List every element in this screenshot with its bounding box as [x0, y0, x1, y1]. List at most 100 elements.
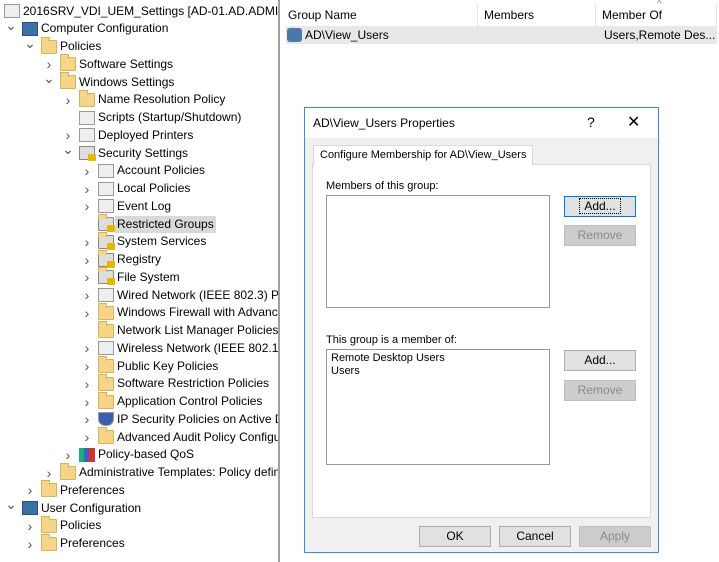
members-add-button[interactable]: Add...	[564, 196, 636, 217]
chevron-right-icon[interactable]: ›	[81, 288, 93, 302]
tree-item[interactable]: › Administrative Templates: Policy defin	[0, 462, 280, 482]
tree-item[interactable]: › Event Log	[0, 197, 278, 215]
chevron-down-icon[interactable]: ⌄	[5, 18, 17, 35]
lockfolder-icon	[98, 231, 115, 250]
memberof-listbox[interactable]: Remote Desktop Users Users	[326, 349, 550, 465]
folder-icon	[60, 72, 76, 89]
chevron-right-icon[interactable]: ›	[81, 253, 93, 267]
member-of-cell: Users,Remote Des...	[604, 28, 716, 42]
chevron-right-icon[interactable]: ›	[81, 377, 93, 391]
tree-item-label: User Configuration	[41, 500, 142, 515]
chevron-right-icon[interactable]: ›	[62, 448, 74, 462]
tree-item[interactable]: 2016SRV_VDI_UEM_Settings [AD-01.AD.ADMIN…	[0, 2, 278, 20]
tree-item[interactable]: › Registry	[0, 249, 278, 269]
chevron-down-icon[interactable]: ⌄	[24, 36, 36, 53]
chevron-right-icon[interactable]: ›	[81, 164, 93, 178]
chevron-down-icon[interactable]: ⌄	[43, 71, 55, 88]
chevron-right-icon[interactable]: ›	[81, 235, 93, 249]
tree-item-label: Software Settings	[79, 56, 174, 71]
list-item[interactable]: Users	[331, 365, 545, 378]
console-tree[interactable]: 2016SRV_VDI_UEM_Settings [AD-01.AD.ADMIN…	[0, 0, 280, 562]
chevron-right-icon[interactable]: ›	[81, 395, 93, 409]
ok-button[interactable]: OK	[419, 526, 491, 547]
chevron-right-icon[interactable]: ›	[81, 430, 93, 444]
folder-icon	[98, 373, 114, 391]
chart-icon	[79, 447, 95, 462]
tree-item[interactable]: ⌄ Security Settings	[0, 142, 278, 162]
column-header-group-name[interactable]: Group Name	[282, 4, 478, 26]
tree-item-label: Wireless Network (IEEE 802.11)	[117, 340, 280, 355]
tree-item[interactable]: › Deployed Printers	[0, 126, 278, 144]
doc-icon	[79, 110, 95, 125]
chevron-right-icon[interactable]: ›	[81, 341, 93, 355]
shield-icon	[98, 412, 114, 427]
list-item[interactable]: Remote Desktop Users	[331, 352, 545, 365]
tree-item[interactable]: › Wireless Network (IEEE 802.11)	[0, 339, 280, 357]
tree-item[interactable]: › System Services	[0, 231, 278, 251]
tree-item[interactable]: ⌄ Computer Configuration	[0, 18, 278, 38]
tree-item[interactable]: ⌄ Policies	[0, 36, 278, 56]
tree-item[interactable]: › Wired Network (IEEE 802.3) Pol	[0, 286, 278, 304]
tree-item[interactable]: ⌄ Windows Settings	[0, 71, 278, 91]
tree-item-label: Windows Firewall with Advanc	[117, 305, 278, 320]
tree-item[interactable]: ⌄ User Configuration	[0, 497, 278, 517]
computer-icon	[22, 501, 38, 515]
folder-icon	[60, 462, 76, 480]
chevron-right-icon[interactable]: ›	[43, 466, 55, 480]
tab-configure-membership[interactable]: Configure Membership for AD\View_Users	[313, 145, 534, 166]
tree-item[interactable]: › File System	[0, 267, 278, 286]
memberof-add-button[interactable]: Add...	[564, 350, 636, 371]
tree-item-label: Administrative Templates: Policy defin	[79, 465, 280, 479]
tree-item[interactable]: Scripts (Startup/Shutdown)	[0, 109, 278, 127]
chevron-right-icon[interactable]: ›	[81, 306, 93, 320]
tree-item[interactable]: › Account Policies	[0, 162, 278, 180]
cancel-button[interactable]: Cancel	[499, 526, 571, 547]
members-label: Members of this group:	[326, 180, 439, 192]
tree-item[interactable]: › Application Control Policies	[0, 391, 278, 411]
tree-item[interactable]: › Name Resolution Policy	[0, 89, 278, 109]
tree-item[interactable]: › Preferences	[0, 480, 278, 499]
memberof-remove-button[interactable]: Remove	[564, 380, 636, 401]
tree-item[interactable]: Restricted Groups	[0, 214, 278, 233]
tree-item[interactable]: › Policy-based QoS	[0, 446, 278, 464]
tree-item-label: System Services	[117, 234, 207, 249]
tree-item-label: Policies	[60, 39, 102, 53]
lockfolder-icon	[98, 267, 115, 286]
tree-item[interactable]: › Software Settings	[0, 54, 278, 73]
chevron-right-icon[interactable]: ›	[81, 182, 93, 196]
tree-item[interactable]: Network List Manager Policies	[0, 320, 278, 340]
chevron-right-icon[interactable]: ›	[24, 519, 36, 533]
tree-item[interactable]: › Policies	[0, 515, 278, 535]
network-icon	[98, 288, 114, 302]
chevron-right-icon[interactable]: ›	[81, 412, 93, 426]
folder-icon	[98, 427, 114, 444]
chevron-right-icon[interactable]: ›	[81, 199, 93, 213]
chevron-right-icon[interactable]: ›	[24, 483, 36, 497]
apply-button[interactable]: Apply	[579, 526, 651, 547]
folder-icon	[41, 36, 57, 54]
column-header-member-of[interactable]: Member Of	[596, 4, 717, 26]
column-header-members[interactable]: Members	[478, 4, 596, 26]
chevron-right-icon[interactable]: ›	[62, 128, 74, 142]
members-remove-button[interactable]: Remove	[564, 225, 636, 246]
chevron-down-icon[interactable]: ⌄	[5, 497, 17, 514]
chevron-right-icon[interactable]: ›	[81, 359, 93, 373]
doc-icon	[98, 199, 114, 214]
tree-item[interactable]: › Software Restriction Policies	[0, 373, 278, 393]
tree-item[interactable]: › Windows Firewall with Advanc	[0, 302, 278, 322]
tree-item[interactable]: › Public Key Policies	[0, 356, 278, 375]
members-listbox[interactable]	[326, 195, 550, 308]
table-row[interactable]: AD\View_Users Users,Remote Des...	[286, 26, 717, 44]
tree-item[interactable]: › IP Security Policies on Active D	[0, 410, 278, 428]
help-button[interactable]: ?	[587, 114, 595, 130]
close-button[interactable]: ✕	[627, 112, 640, 132]
tree-item[interactable]: › Preferences	[0, 533, 278, 553]
tree-item[interactable]: › Local Policies	[0, 180, 278, 198]
tree-item-label: Deployed Printers	[98, 127, 194, 142]
chevron-down-icon[interactable]: ⌄	[62, 142, 74, 159]
chevron-right-icon[interactable]: ›	[43, 57, 55, 71]
chevron-right-icon[interactable]: ›	[24, 537, 36, 551]
chevron-right-icon[interactable]: ›	[81, 270, 93, 284]
tree-item[interactable]: › Advanced Audit Policy Configu	[0, 427, 278, 446]
chevron-right-icon[interactable]: ›	[62, 93, 74, 107]
